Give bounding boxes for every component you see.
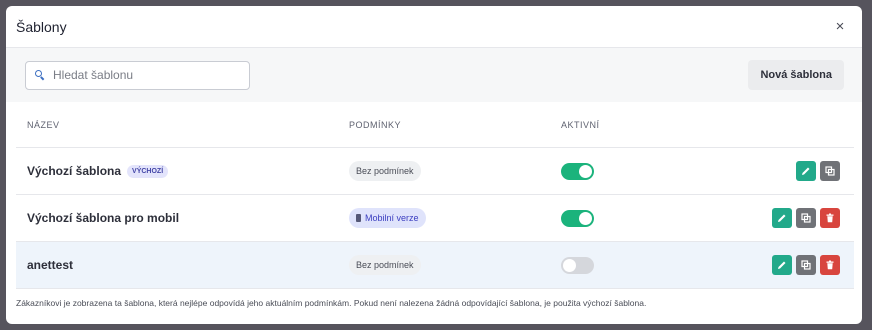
edit-button[interactable] bbox=[772, 208, 792, 228]
delete-button[interactable] bbox=[820, 208, 840, 228]
modal-header: Šablony × bbox=[6, 6, 862, 48]
template-name[interactable]: Výchozí šablona pro mobil bbox=[27, 211, 179, 225]
toolbar: Nová šablona bbox=[6, 48, 862, 102]
trash-icon bbox=[826, 260, 834, 270]
copy-button[interactable] bbox=[796, 255, 816, 275]
toggle-knob bbox=[579, 211, 592, 225]
new-template-button[interactable]: Nová šablona bbox=[748, 60, 844, 90]
copy-icon bbox=[801, 260, 811, 270]
copy-icon bbox=[801, 213, 811, 223]
phone-icon bbox=[356, 214, 361, 222]
templates-modal: Šablony × Nová šablona NÁZEV PODMÍNKY AK… bbox=[6, 6, 862, 324]
active-toggle[interactable] bbox=[561, 209, 594, 227]
pencil-icon bbox=[802, 167, 810, 175]
condition-badge: Bez podmínek bbox=[349, 161, 421, 181]
active-toggle[interactable] bbox=[561, 162, 594, 180]
modal-title: Šablony bbox=[16, 18, 67, 35]
search-icon bbox=[35, 70, 45, 80]
condition-badge: Mobilní verze bbox=[349, 208, 426, 228]
condition-label: Bez podmínek bbox=[356, 166, 414, 176]
trash-icon bbox=[826, 213, 834, 223]
toggle-knob bbox=[563, 258, 576, 272]
copy-button[interactable] bbox=[796, 208, 816, 228]
pencil-icon bbox=[778, 214, 786, 222]
active-toggle[interactable] bbox=[561, 256, 594, 274]
delete-button[interactable] bbox=[820, 255, 840, 275]
edit-button[interactable] bbox=[796, 161, 816, 181]
edit-button[interactable] bbox=[772, 255, 792, 275]
footer-note: Zákazníkovi je zobrazena ta šablona, kte… bbox=[16, 298, 647, 308]
search-input[interactable] bbox=[53, 68, 233, 82]
column-header-conditions[interactable]: PODMÍNKY bbox=[349, 120, 561, 130]
pencil-icon bbox=[778, 261, 786, 269]
copy-icon bbox=[825, 166, 835, 176]
close-icon[interactable]: × bbox=[832, 18, 848, 35]
table-row[interactable]: anettest Bez podmínek bbox=[16, 242, 854, 289]
template-name[interactable]: Výchozí šablona bbox=[27, 164, 121, 178]
search-box[interactable] bbox=[25, 60, 250, 90]
table-row[interactable]: Výchozí šablona pro mobil Mobilní verze bbox=[16, 195, 854, 242]
table-header: NÁZEV PODMÍNKY AKTIVNÍ bbox=[16, 102, 854, 148]
condition-label: Mobilní verze bbox=[365, 213, 419, 223]
column-header-name[interactable]: NÁZEV bbox=[16, 120, 349, 130]
condition-label: Bez podmínek bbox=[356, 260, 414, 270]
table-row[interactable]: Výchozí šablona VÝCHOZÍ Bez podmínek bbox=[16, 148, 854, 195]
condition-badge: Bez podmínek bbox=[349, 255, 421, 275]
column-header-active[interactable]: AKTIVNÍ bbox=[561, 120, 661, 130]
templates-table: NÁZEV PODMÍNKY AKTIVNÍ Výchozí šablona V… bbox=[16, 102, 854, 289]
toggle-knob bbox=[579, 164, 592, 178]
copy-button[interactable] bbox=[820, 161, 840, 181]
default-badge: VÝCHOZÍ bbox=[127, 164, 169, 178]
template-name[interactable]: anettest bbox=[27, 258, 73, 272]
